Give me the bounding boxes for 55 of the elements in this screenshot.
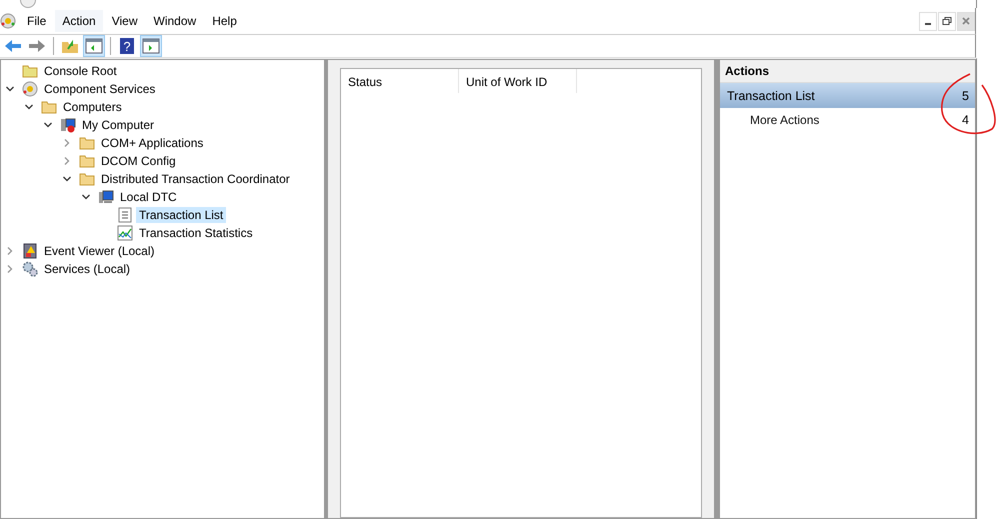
restore-button[interactable] [938,12,956,30]
tree-item[interactable]: Transaction List [136,207,226,223]
handwritten-number: 4 [962,113,969,127]
menu-item[interactable]: Help [205,10,244,32]
folder-icon [41,99,57,115]
tree-item[interactable]: COM+ Applications [98,135,206,151]
expand-chevron-icon[interactable] [62,138,72,148]
gears-icon [22,261,38,277]
tree-item[interactable]: Component Services [41,81,158,97]
log-book-icon [22,243,38,259]
tree-item[interactable]: Services (Local) [41,261,134,277]
more-actions-item[interactable]: More Actions [750,113,820,127]
folder-icon [22,63,38,79]
folder-icon [79,135,95,151]
minimize-button[interactable] [919,12,937,30]
computer-icon [60,117,76,133]
show-tree-icon[interactable] [83,35,105,57]
action-section-header[interactable]: Transaction List 5 [720,83,975,108]
minimize-icon [925,23,931,25]
collapse-chevron-icon[interactable] [24,102,34,112]
column-header[interactable]: Unit of Work ID [459,69,577,93]
chart-icon [117,225,133,241]
collapse-chevron-icon[interactable] [81,192,91,202]
expand-chevron-icon[interactable] [5,264,15,274]
actions-header: Actions [720,60,975,83]
restore-icon [942,16,952,26]
computer-icon [98,189,114,205]
list-icon [117,207,133,223]
expand-chevron-icon[interactable] [5,246,15,256]
close-icon [961,16,971,26]
menu-item[interactable]: View [104,10,144,32]
collapse-chevron-icon[interactable] [62,174,72,184]
tree-item[interactable]: Event Viewer (Local) [41,243,158,259]
tree-item[interactable]: My Computer [79,117,158,133]
component-icon [22,81,38,97]
component-icon[interactable] [0,13,16,29]
folder-icon [79,171,95,187]
tree-item[interactable]: Computers [60,99,125,115]
collapse-chevron-icon[interactable] [5,84,15,94]
tree-item[interactable]: Transaction Statistics [136,225,256,241]
folder-icon [79,153,95,169]
expand-chevron-icon[interactable] [62,156,72,166]
tree-item[interactable]: Console Root [41,63,120,79]
menu-item[interactable]: Window [146,10,204,32]
collapse-chevron-icon[interactable] [43,120,53,130]
tree-item[interactable]: DCOM Config [98,153,179,169]
menu-item[interactable]: File [20,10,54,32]
menu-item[interactable]: Action [55,10,103,32]
tree-item[interactable]: Distributed Transaction Coordinator [98,171,293,187]
tree-item[interactable]: Local DTC [117,189,180,205]
section-label: Transaction List [727,89,815,103]
column-header[interactable]: Status [341,69,459,93]
show-pane-icon[interactable] [140,35,162,57]
handwritten-number: 5 [962,89,969,103]
question-mark: ? [123,39,131,54]
